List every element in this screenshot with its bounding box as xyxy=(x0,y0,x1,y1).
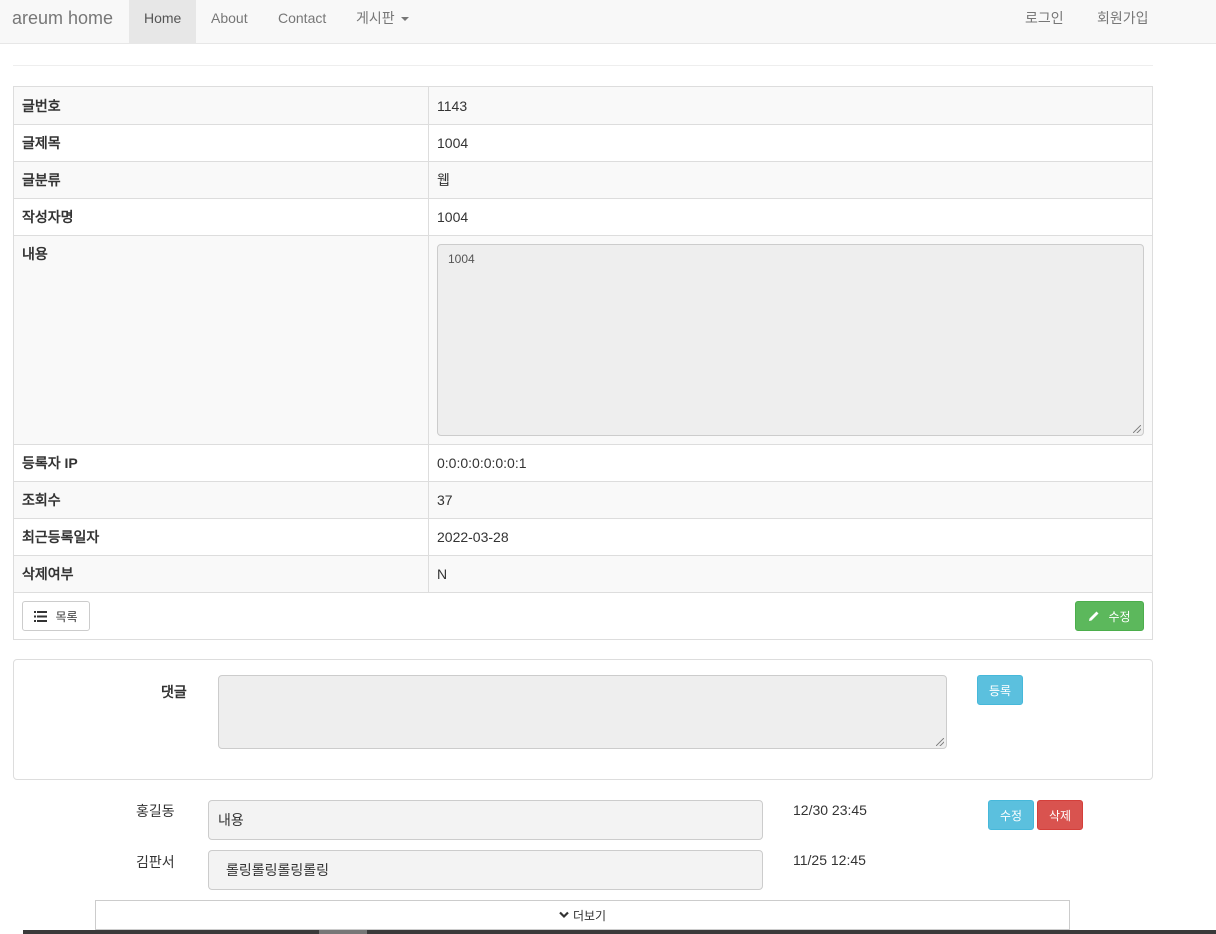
horizontal-scrollbar[interactable] xyxy=(23,930,1216,934)
row-value: 2022-03-28 xyxy=(437,529,509,545)
caret-down-icon xyxy=(400,17,409,22)
table-row: 내용 1004 xyxy=(14,235,1152,444)
row-value: 0:0:0:0:0:0:0:1 xyxy=(437,455,527,471)
table-row: 작성자명 1004 xyxy=(14,198,1152,235)
comment-author: 홍길동 xyxy=(136,803,175,819)
resize-handle-icon[interactable] xyxy=(1133,425,1141,433)
table-row: 조회수 37 xyxy=(14,481,1152,518)
table-row: 최근등록일자 2022-03-28 xyxy=(14,518,1152,555)
table-row: 삭제여부 N xyxy=(14,555,1152,592)
row-value: 웹 xyxy=(437,172,450,188)
nav-about[interactable]: About xyxy=(196,0,263,43)
nav-board-label: 게시판 xyxy=(356,10,395,26)
pencil-icon xyxy=(1089,611,1099,621)
list-button-label: 목록 xyxy=(55,609,78,624)
row-label: 글번호 xyxy=(14,87,429,124)
row-label: 내용 xyxy=(14,236,429,444)
table-row: 등록자 IP 0:0:0:0:0:0:0:1 xyxy=(14,444,1152,481)
row-label: 작성자명 xyxy=(14,199,429,235)
row-label: 삭제여부 xyxy=(14,556,429,592)
load-more-button[interactable]: 더보기 xyxy=(95,900,1070,930)
row-value: 1004 xyxy=(437,209,469,225)
comment-content: 롤링롤링롤링롤링 xyxy=(208,850,763,890)
row-label: 최근등록일자 xyxy=(14,519,429,555)
nav-board-dropdown[interactable]: 게시판 xyxy=(341,0,431,43)
comment-date: 12/30 23:45 xyxy=(793,802,867,818)
nav-contact[interactable]: Contact xyxy=(263,0,341,43)
row-value: 37 xyxy=(437,492,453,508)
navbar: areum home Home About Contact 게시판 로그인 회원… xyxy=(0,0,1216,44)
comment-content: 내용 xyxy=(208,800,763,840)
table-row: 글분류 웹 xyxy=(14,161,1152,198)
row-value: 1004 xyxy=(437,135,469,151)
table-row: 글번호 1143 xyxy=(14,87,1152,124)
comment-form-panel: 댓글 등록 xyxy=(13,659,1153,780)
edit-button-label: 수정 xyxy=(1108,609,1131,624)
comment-label: 댓글 xyxy=(161,684,187,700)
brand-link[interactable]: areum home xyxy=(12,8,113,28)
comment-submit-button[interactable]: 등록 xyxy=(977,675,1023,705)
nav-signup[interactable]: 회원가입 xyxy=(1082,0,1168,43)
row-label: 글분류 xyxy=(14,162,429,198)
chevron-down-icon xyxy=(559,911,569,919)
comment-delete-button[interactable]: 삭제 xyxy=(1037,800,1083,830)
resize-handle-icon[interactable] xyxy=(936,738,944,746)
comment-edit-button[interactable]: 수정 xyxy=(988,800,1034,830)
button-row: 목록 수정 xyxy=(14,592,1152,639)
row-label: 글제목 xyxy=(14,125,429,161)
comment-date: 11/25 12:45 xyxy=(793,852,866,868)
row-value: N xyxy=(437,566,448,582)
divider xyxy=(13,65,1153,66)
content-textarea[interactable]: 1004 xyxy=(437,244,1144,436)
scrollbar-thumb[interactable] xyxy=(319,930,367,934)
edit-button[interactable]: 수정 xyxy=(1075,601,1144,631)
nav-home[interactable]: Home xyxy=(129,0,196,43)
row-label: 조회수 xyxy=(14,482,429,518)
nav-login[interactable]: 로그인 xyxy=(1010,0,1082,43)
comment-author: 김판서 xyxy=(136,854,175,870)
row-value: 1143 xyxy=(437,97,468,114)
post-detail-table: 글번호 1143 글제목 1004 글분류 웹 작성자명 1004 내용 100… xyxy=(13,86,1153,640)
load-more-label: 더보기 xyxy=(572,908,607,923)
comment-textarea[interactable] xyxy=(218,675,947,749)
list-icon xyxy=(34,610,48,622)
table-row: 글제목 1004 xyxy=(14,124,1152,161)
list-button[interactable]: 목록 xyxy=(22,601,90,631)
row-value-cell: 1004 xyxy=(429,236,1152,444)
row-label: 등록자 IP xyxy=(14,445,429,481)
content-text: 1004 xyxy=(448,252,475,266)
